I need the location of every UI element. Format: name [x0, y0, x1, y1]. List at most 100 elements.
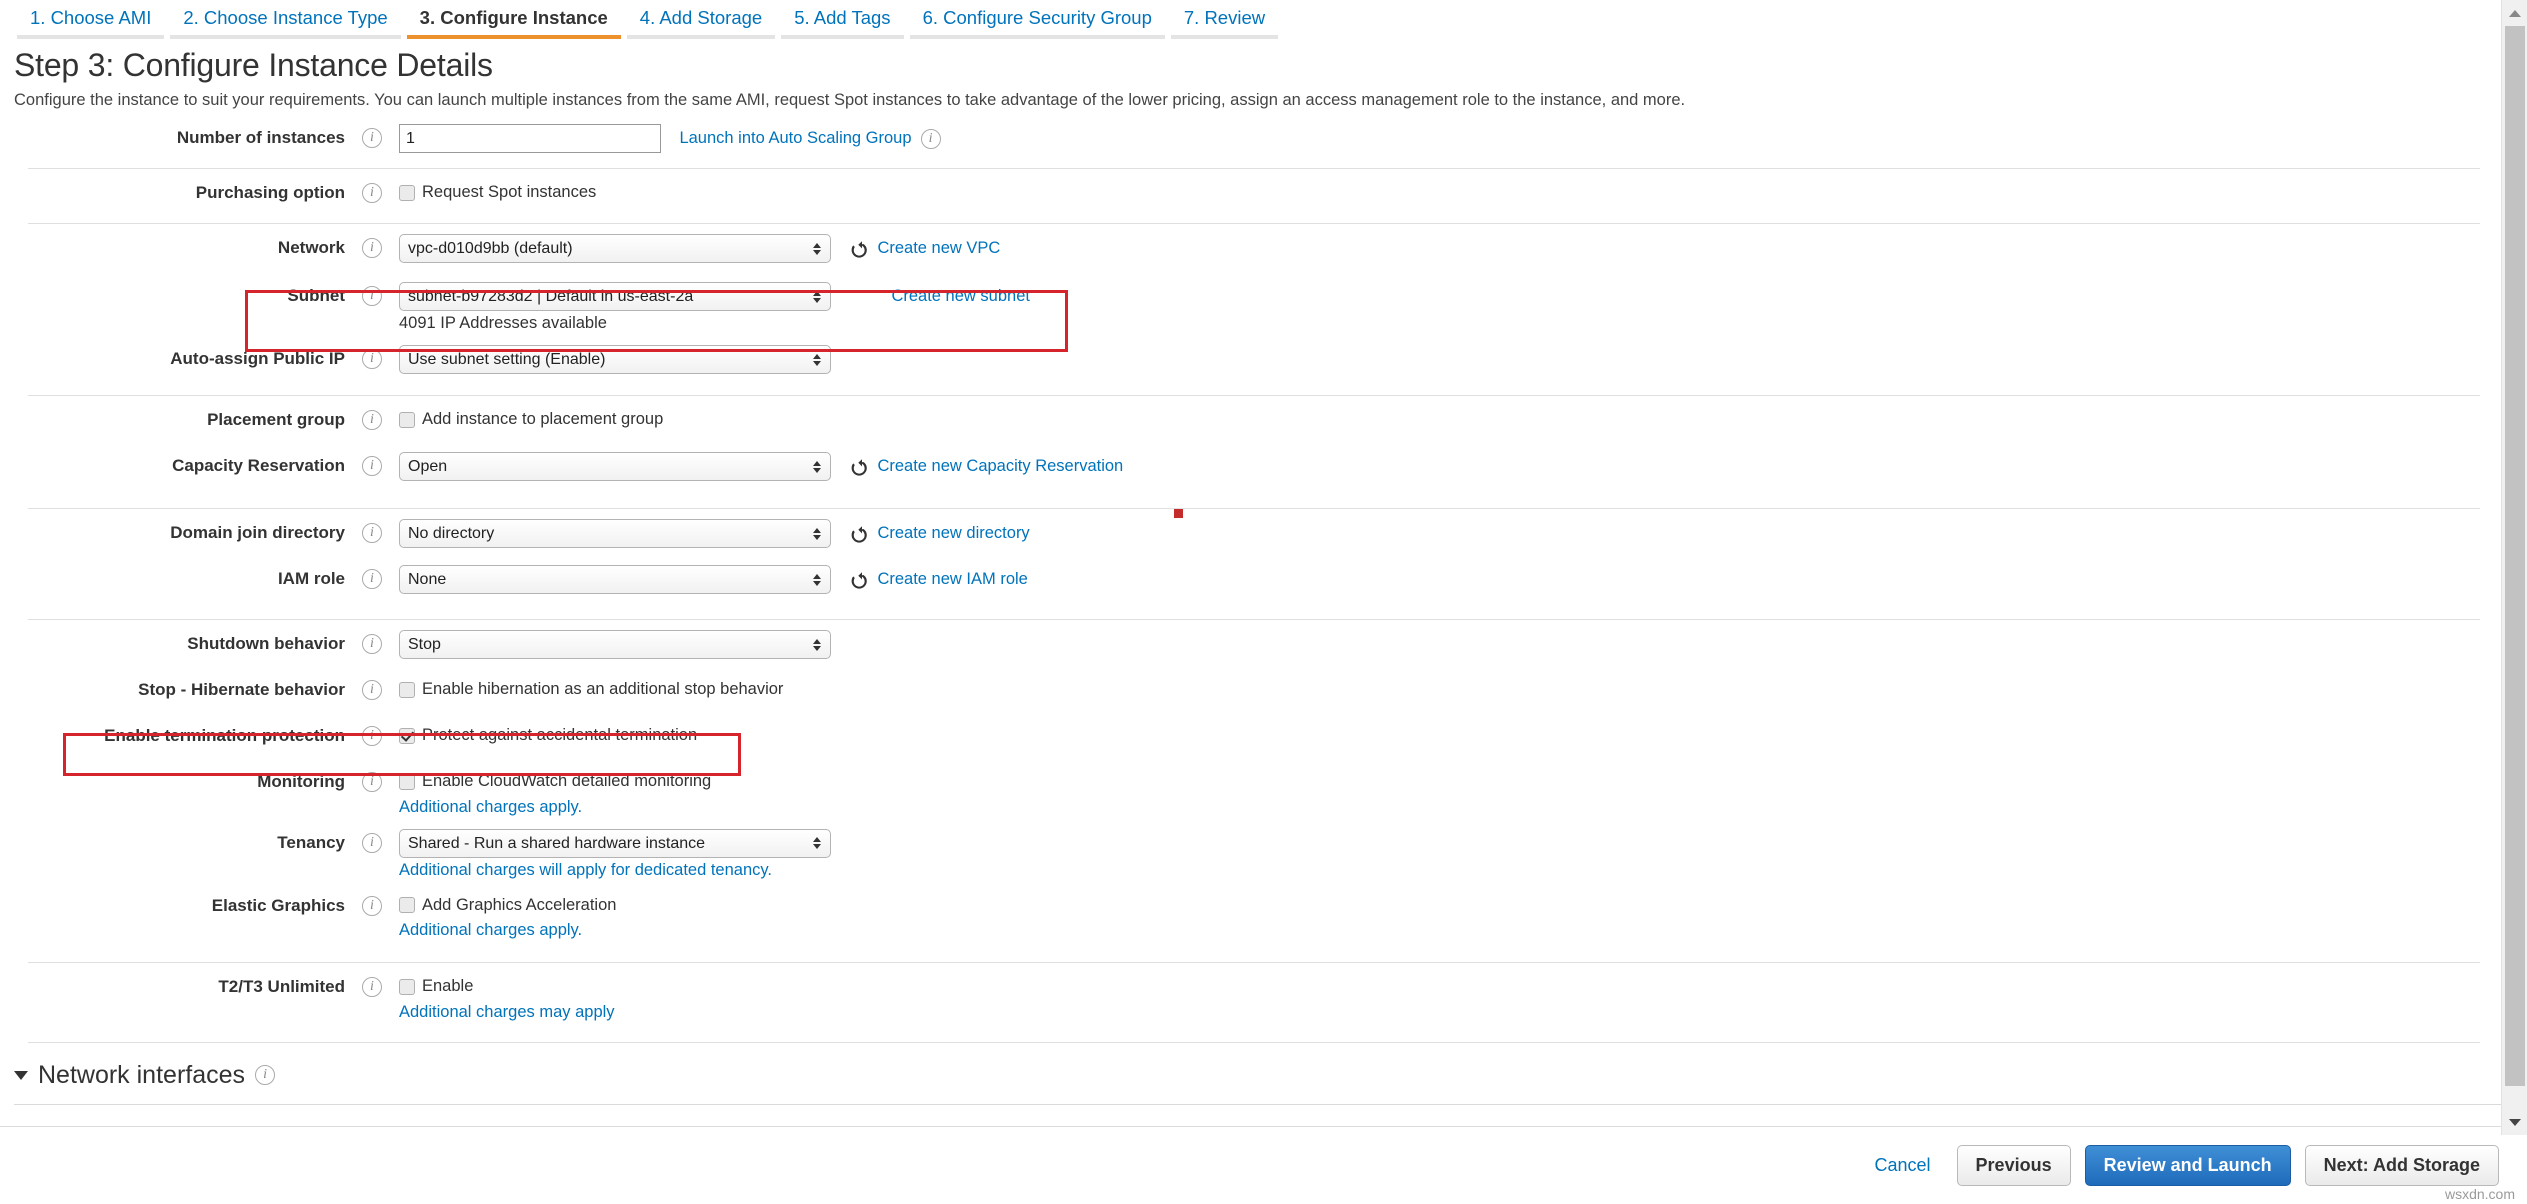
watermark: wsxdn.com	[2444, 1186, 2515, 1202]
chevron-down-icon[interactable]	[14, 1070, 28, 1080]
wizard-tab-add-storage[interactable]: 4. Add Storage	[624, 0, 778, 39]
label-purchasing-option: Purchasing option	[195, 183, 345, 202]
info-icon[interactable]: i	[362, 772, 382, 792]
wizard-steps: 1. Choose AMI 2. Choose Instance Type 3.…	[0, 0, 2527, 39]
info-icon[interactable]: i	[362, 286, 382, 306]
wizard-tab-configure-instance[interactable]: 3. Configure Instance	[404, 0, 624, 39]
refresh-icon[interactable]	[849, 457, 869, 477]
t2-t3-charges-link[interactable]: Additional charges may apply	[399, 1000, 2527, 1022]
elastic-graphics-charges-link[interactable]: Additional charges apply.	[399, 918, 2527, 940]
info-icon[interactable]: i	[362, 977, 382, 997]
row-auto-assign-public-ip: Auto-assign Public IP i Use subnet setti…	[0, 345, 2527, 379]
previous-button[interactable]: Previous	[1956, 1145, 2071, 1186]
tab-underline	[626, 35, 776, 39]
checkbox-box	[399, 681, 415, 698]
monitoring-charges-link[interactable]: Additional charges apply.	[399, 795, 2527, 817]
checkbox-label: Enable	[422, 977, 474, 995]
wizard-tab-add-tags[interactable]: 5. Add Tags	[778, 0, 906, 39]
chevron-updown-icon	[812, 571, 821, 589]
label-stop-hibernate-behavior: Stop - Hibernate behavior	[138, 680, 345, 699]
network-select-value: vpc-d010d9bb (default)	[408, 240, 573, 257]
termination-protection-checkbox[interactable]: Protect against accidental termination	[399, 722, 697, 745]
tab-underline	[1170, 35, 1279, 39]
tab-underline	[781, 35, 904, 39]
create-new-vpc-link[interactable]: Create new VPC	[877, 239, 1000, 258]
label-subnet: Subnet	[287, 286, 345, 305]
wizard-tab-label: 7. Review	[1183, 7, 1266, 28]
row-iam-role: IAM role i None Create new IAM role	[0, 565, 2527, 599]
info-icon[interactable]: i	[362, 895, 382, 916]
elastic-graphics-checkbox[interactable]: Add Graphics Acceleration	[399, 892, 616, 915]
info-icon[interactable]: i	[362, 349, 382, 369]
shutdown-behavior-select[interactable]: Stop	[399, 630, 831, 659]
create-new-iam-role-link[interactable]: Create new IAM role	[877, 570, 1027, 589]
refresh-icon[interactable]	[849, 570, 869, 590]
subnet-select-value: subnet-b97283d2 | Default in us-east-2a	[408, 288, 694, 305]
cloudwatch-monitoring-checkbox[interactable]: Enable CloudWatch detailed monitoring	[399, 768, 711, 791]
row-subnet: Subnet i subnet-b97283d2 | Default in us…	[0, 282, 2527, 333]
divider	[28, 223, 2480, 224]
vertical-scrollbar[interactable]	[2501, 0, 2527, 1135]
divider	[28, 1041, 2480, 1043]
info-icon[interactable]: i	[362, 238, 382, 258]
info-icon[interactable]: i	[920, 128, 941, 149]
wizard-tab-choose-instance-type[interactable]: 2. Choose Instance Type	[167, 0, 403, 39]
number-of-instances-input[interactable]	[399, 124, 661, 153]
create-new-subnet-link[interactable]: Create new subnet	[891, 287, 1030, 306]
auto-assign-public-ip-value: Use subnet setting (Enable)	[408, 351, 606, 368]
chevron-updown-icon	[812, 834, 821, 852]
refresh-icon[interactable]	[849, 524, 869, 544]
capacity-reservation-select[interactable]: Open	[399, 452, 831, 481]
page-title: Step 3: Configure Instance Details	[14, 47, 493, 83]
checkbox-label: Add Graphics Acceleration	[422, 895, 617, 914]
info-icon[interactable]: i	[362, 726, 382, 746]
scrollbar-track[interactable]	[2502, 26, 2527, 1109]
info-icon[interactable]: i	[362, 456, 382, 476]
scroll-down-arrow[interactable]	[2502, 1109, 2527, 1135]
footer-action-bar: Cancel Previous Review and Launch Next: …	[0, 1126, 2527, 1204]
divider	[28, 508, 2480, 509]
chevron-updown-icon	[812, 458, 821, 476]
label-t2-t3-unlimited: T2/T3 Unlimited	[218, 977, 345, 996]
scroll-up-arrow[interactable]	[2502, 0, 2527, 26]
request-spot-instances-checkbox[interactable]: Request Spot instances	[399, 179, 596, 202]
info-icon[interactable]: i	[362, 128, 382, 148]
info-icon[interactable]: i	[362, 832, 382, 853]
create-new-capacity-reservation-link[interactable]: Create new Capacity Reservation	[877, 457, 1123, 476]
t2-t3-unlimited-checkbox[interactable]: Enable	[399, 973, 473, 996]
placement-group-checkbox[interactable]: Add instance to placement group	[399, 406, 663, 429]
review-and-launch-button[interactable]: Review and Launch	[2084, 1145, 2291, 1186]
refresh-icon[interactable]	[849, 239, 869, 259]
label-monitoring: Monitoring	[257, 772, 345, 791]
wizard-tab-choose-ami[interactable]: 1. Choose AMI	[14, 0, 167, 39]
chevron-updown-icon	[812, 288, 821, 306]
row-t2-t3-unlimited: T2/T3 Unlimited i Enable Additional char…	[0, 973, 2527, 1022]
launch-into-auto-scaling-group-link[interactable]: Launch into Auto Scaling Group	[679, 129, 911, 148]
row-shutdown-behavior: Shutdown behavior i Stop	[0, 630, 2527, 664]
wizard-tab-configure-security-group[interactable]: 6. Configure Security Group	[907, 0, 1168, 39]
create-new-directory-link[interactable]: Create new directory	[877, 524, 1029, 543]
wizard-tab-review[interactable]: 7. Review	[1168, 0, 1281, 39]
scrollbar-thumb[interactable]	[2505, 26, 2525, 1086]
tenancy-charges-link[interactable]: Additional charges will apply for dedica…	[399, 858, 2527, 880]
info-icon[interactable]: i	[255, 1065, 276, 1085]
cancel-button[interactable]: Cancel	[1863, 1146, 1943, 1185]
info-icon[interactable]: i	[362, 634, 382, 654]
info-icon[interactable]: i	[362, 569, 382, 589]
subnet-select[interactable]: subnet-b97283d2 | Default in us-east-2a	[399, 282, 831, 311]
network-interfaces-section[interactable]: Network interfaces i	[14, 1061, 2527, 1090]
next-add-storage-button[interactable]: Next: Add Storage	[2304, 1145, 2499, 1186]
domain-join-directory-select[interactable]: No directory	[399, 519, 831, 548]
info-icon[interactable]: i	[362, 680, 382, 700]
tab-underline	[170, 35, 401, 39]
info-icon[interactable]: i	[362, 183, 382, 203]
tenancy-select[interactable]: Shared - Run a shared hardware instance	[399, 828, 831, 858]
network-select[interactable]: vpc-d010d9bb (default)	[399, 234, 831, 263]
checkbox-box	[399, 897, 415, 913]
row-tenancy: Tenancy i Shared - Run a shared hardware…	[0, 828, 2527, 880]
iam-role-select[interactable]: None	[399, 565, 831, 594]
enable-hibernation-checkbox[interactable]: Enable hibernation as an additional stop…	[399, 676, 783, 699]
info-icon[interactable]: i	[362, 523, 382, 543]
auto-assign-public-ip-select[interactable]: Use subnet setting (Enable)	[399, 345, 831, 374]
info-icon[interactable]: i	[362, 410, 382, 430]
